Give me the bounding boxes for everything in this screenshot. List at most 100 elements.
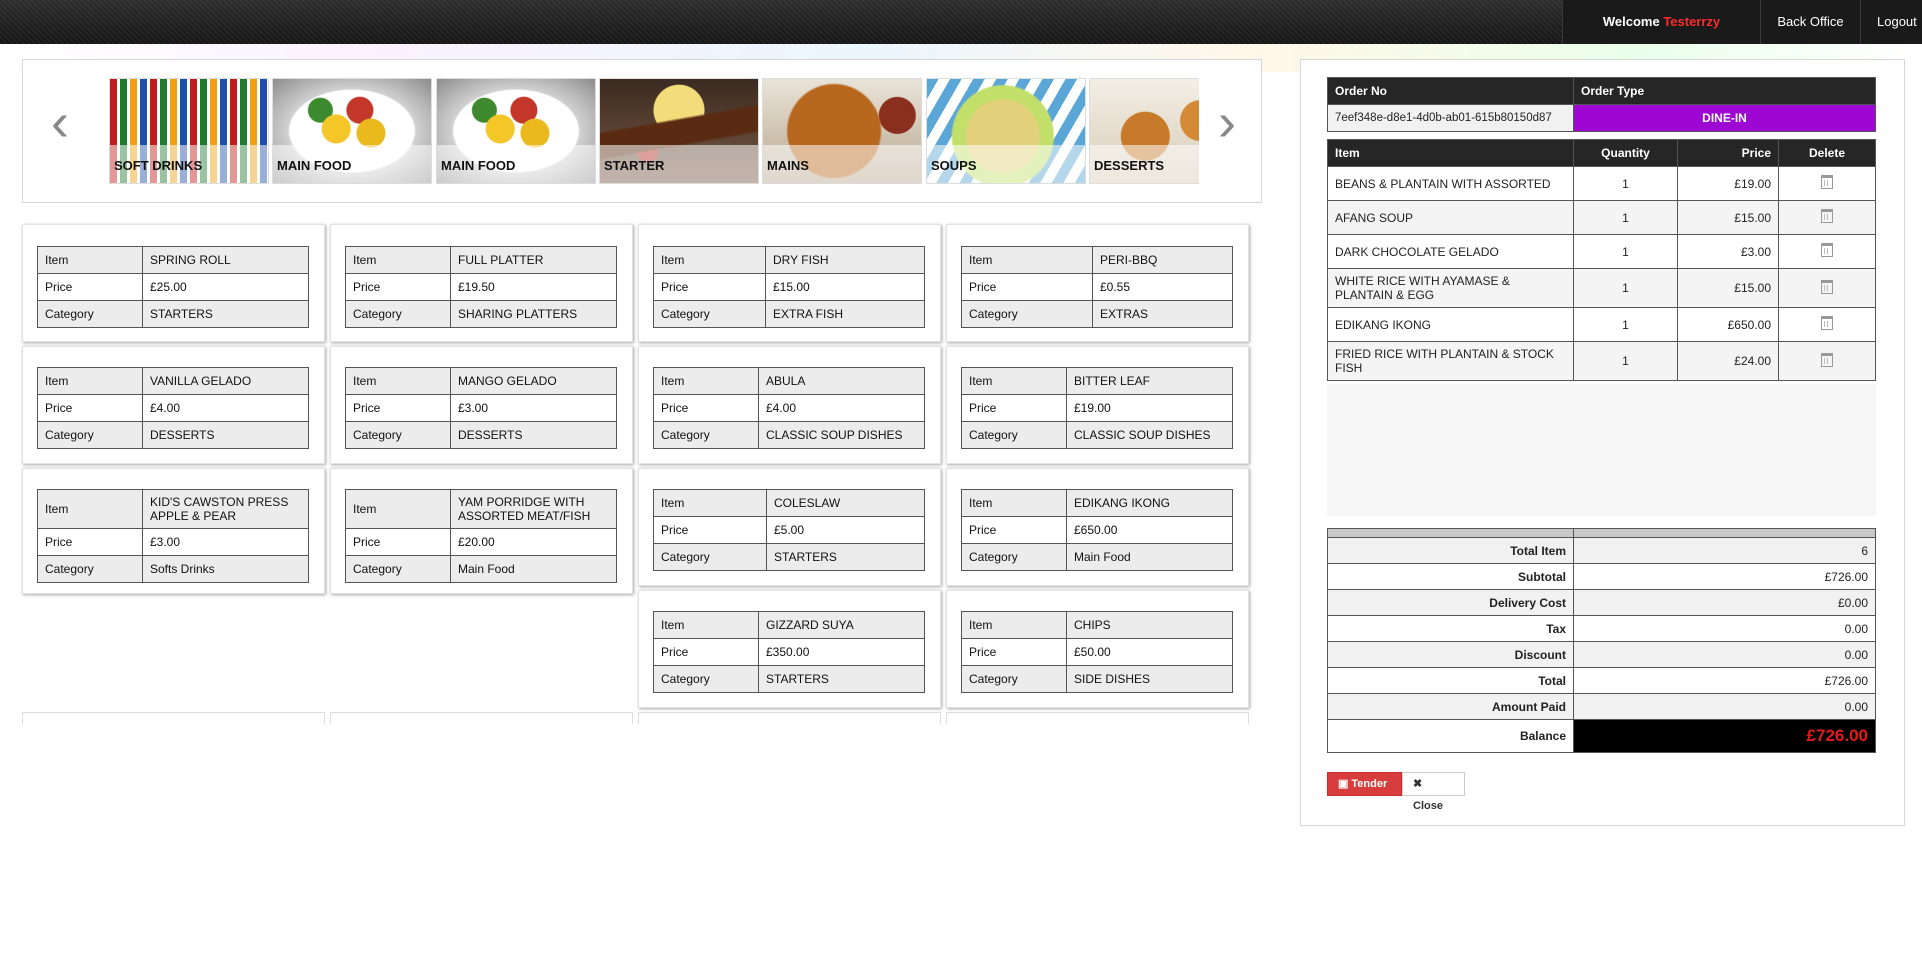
field-label: Category bbox=[961, 665, 1067, 693]
field-label: Price bbox=[345, 528, 451, 556]
delivery-cost-label: Delivery Cost bbox=[1327, 589, 1574, 616]
tender-label: Tender bbox=[1351, 778, 1388, 790]
menu-item-card[interactable]: Item DRY FISH Price £15.00 Category EXTRA F… bbox=[638, 224, 941, 342]
line-item: FRIED RICE WITH PLANTAIN & STOCK FISH bbox=[1327, 341, 1574, 381]
logout-link[interactable]: Logout bbox=[1860, 0, 1922, 44]
item-category: EXTRA FISH bbox=[765, 300, 925, 328]
line-quantity: 1 bbox=[1573, 234, 1678, 269]
field-label: Price bbox=[345, 273, 451, 301]
order-items-table: Item Quantity Price Delete BEANS & PLANT… bbox=[1327, 139, 1876, 381]
field-label: Category bbox=[653, 300, 766, 328]
field-label: Item bbox=[653, 367, 759, 395]
line-quantity: 1 bbox=[1573, 307, 1678, 342]
line-quantity: 1 bbox=[1573, 200, 1678, 235]
chevron-right-icon[interactable]: › bbox=[1212, 95, 1242, 149]
category-tile-desserts[interactable]: DESSERTS bbox=[1089, 78, 1199, 184]
category-label: DESSERTS bbox=[1094, 158, 1165, 173]
field-label: Price bbox=[961, 638, 1067, 666]
item-name: ABULA bbox=[758, 367, 925, 395]
menu-item-card[interactable]: Item PERI-BBQ Price £0.55 Category EXTRAS bbox=[946, 224, 1249, 342]
trash-icon[interactable] bbox=[1821, 279, 1833, 294]
menu-item-card[interactable]: Item MANGO GELADO Price £3.00 Category DESS… bbox=[330, 346, 633, 464]
menu-item-card[interactable]: Item FULL PLATTER Price £19.50 Category SHA… bbox=[330, 224, 633, 342]
category-tile-main-food[interactable]: MAIN FOOD bbox=[272, 78, 432, 184]
category-tile-starter[interactable]: STARTER bbox=[599, 78, 759, 184]
menu-item-card[interactable]: Item SPRING ROLL Price £25.00 Category STAR… bbox=[22, 224, 325, 342]
menu-item-card[interactable]: Item YAM PORRIDGE WITH ASSORTED MEAT/FISH… bbox=[330, 468, 633, 594]
total-value: £726.00 bbox=[1573, 667, 1876, 694]
category-tile-soups[interactable]: SOUPS bbox=[926, 78, 1086, 184]
column-header-delete: Delete bbox=[1778, 139, 1876, 167]
subtotal-label: Subtotal bbox=[1327, 563, 1574, 590]
trash-icon[interactable] bbox=[1821, 243, 1833, 257]
trash-icon[interactable] bbox=[1821, 175, 1833, 189]
menu-item-card[interactable]: Item CHIPS Price £50.00 Category SIDE DISHE… bbox=[946, 590, 1249, 708]
discount-value: 0.00 bbox=[1573, 641, 1876, 668]
item-price: £0.55 bbox=[1092, 273, 1233, 301]
field-label: Category bbox=[653, 665, 759, 693]
delivery-cost-value: £0.00 bbox=[1573, 589, 1876, 616]
menu-item-card[interactable]: Item BITTER LEAF Price £19.00 Category CLAS… bbox=[946, 346, 1249, 464]
field-label: Item bbox=[345, 367, 451, 395]
category-tile-main-food-2[interactable]: MAIN FOOD bbox=[436, 78, 596, 184]
welcome-message: Welcome Testerrzy Testerrzy bbox=[1562, 0, 1760, 73]
back-office-link[interactable]: Back Office bbox=[1760, 0, 1860, 44]
item-price: £5.00 bbox=[766, 516, 925, 544]
welcome-prefix: Welcome bbox=[1602, 14, 1660, 29]
field-label: Item bbox=[37, 489, 143, 529]
category-label: MAIN FOOD bbox=[277, 158, 352, 173]
menu-item-card[interactable]: Item ABULA Price £4.00 Category CLASSIC SOU… bbox=[638, 346, 941, 464]
item-name: COLESLAW bbox=[766, 489, 925, 517]
trash-icon[interactable] bbox=[1821, 316, 1833, 330]
item-name: PERI-BBQ bbox=[1092, 246, 1233, 274]
menu-item-card[interactable]: Item KID'S CAWSTON PRESS APPLE & PEAR Pri… bbox=[22, 468, 325, 594]
line-price: £15.00 bbox=[1677, 268, 1779, 308]
field-label: Category bbox=[345, 421, 451, 449]
item-name: DRY FISH bbox=[765, 246, 925, 274]
item-category: Main Food bbox=[450, 555, 617, 583]
line-price: £650.00 bbox=[1677, 307, 1779, 342]
total-label: Total bbox=[1327, 667, 1574, 694]
field-label: Item bbox=[653, 611, 759, 639]
order-no-header: Order No bbox=[1327, 77, 1574, 105]
category-carousel: ‹ SOFT DRINKS MAIN FOOD MAIN FOOD STARTE… bbox=[22, 59, 1262, 203]
item-price: £4.00 bbox=[758, 394, 925, 422]
field-label: Price bbox=[653, 516, 767, 544]
tender-button[interactable]: ▣ Tender bbox=[1327, 772, 1402, 796]
item-category: STARTERS bbox=[758, 665, 925, 693]
field-label: Item bbox=[653, 489, 767, 517]
save-icon: ▣ bbox=[1338, 778, 1349, 790]
item-name: FULL PLATTER bbox=[450, 246, 617, 274]
tax-value: 0.00 bbox=[1573, 615, 1876, 642]
line-price: £3.00 bbox=[1677, 234, 1779, 269]
item-name: MANGO GELADO bbox=[450, 367, 617, 395]
tax-label: Tax bbox=[1327, 615, 1574, 642]
menu-item-card-partial bbox=[946, 712, 1249, 724]
trash-icon[interactable] bbox=[1821, 209, 1833, 223]
item-category: STARTERS bbox=[142, 300, 309, 328]
trash-icon[interactable] bbox=[1821, 352, 1833, 367]
menu-item-card[interactable]: Item EDIKANG IKONG Price £650.00 Category M… bbox=[946, 468, 1249, 586]
item-name: YAM PORRIDGE WITH ASSORTED MEAT/FISH bbox=[450, 489, 617, 529]
category-label: MAINS bbox=[767, 158, 809, 173]
item-price: £20.00 bbox=[450, 528, 617, 556]
column-header-price: Price bbox=[1677, 139, 1779, 167]
menu-item-card[interactable]: Item VANILLA GELADO Price £4.00 Category DE… bbox=[22, 346, 325, 464]
close-button[interactable]: ✖ Close bbox=[1402, 772, 1465, 812]
item-price: £50.00 bbox=[1066, 638, 1233, 666]
menu-item-card[interactable]: Item GIZZARD SUYA Price £350.00 Category ST… bbox=[638, 590, 941, 708]
chevron-left-icon[interactable]: ‹ bbox=[45, 95, 75, 149]
item-name: GIZZARD SUYA bbox=[758, 611, 925, 639]
subtotal-value: £726.00 bbox=[1573, 563, 1876, 590]
balance-value: £726.00 bbox=[1573, 719, 1876, 753]
menu-item-card[interactable]: Item COLESLAW Price £5.00 Category STARTERS bbox=[638, 468, 941, 586]
menu-item-card-partial bbox=[638, 712, 941, 724]
category-tile-mains[interactable]: MAINS bbox=[762, 78, 922, 184]
item-price: £15.00 bbox=[765, 273, 925, 301]
field-label: Item bbox=[345, 246, 451, 274]
field-label: Category bbox=[37, 421, 143, 449]
order-type-badge[interactable]: DINE-IN bbox=[1573, 104, 1876, 132]
item-name: CHIPS bbox=[1066, 611, 1233, 639]
category-tile-soft-drinks[interactable]: SOFT DRINKS bbox=[109, 78, 269, 184]
order-items-empty-area bbox=[1327, 384, 1876, 516]
